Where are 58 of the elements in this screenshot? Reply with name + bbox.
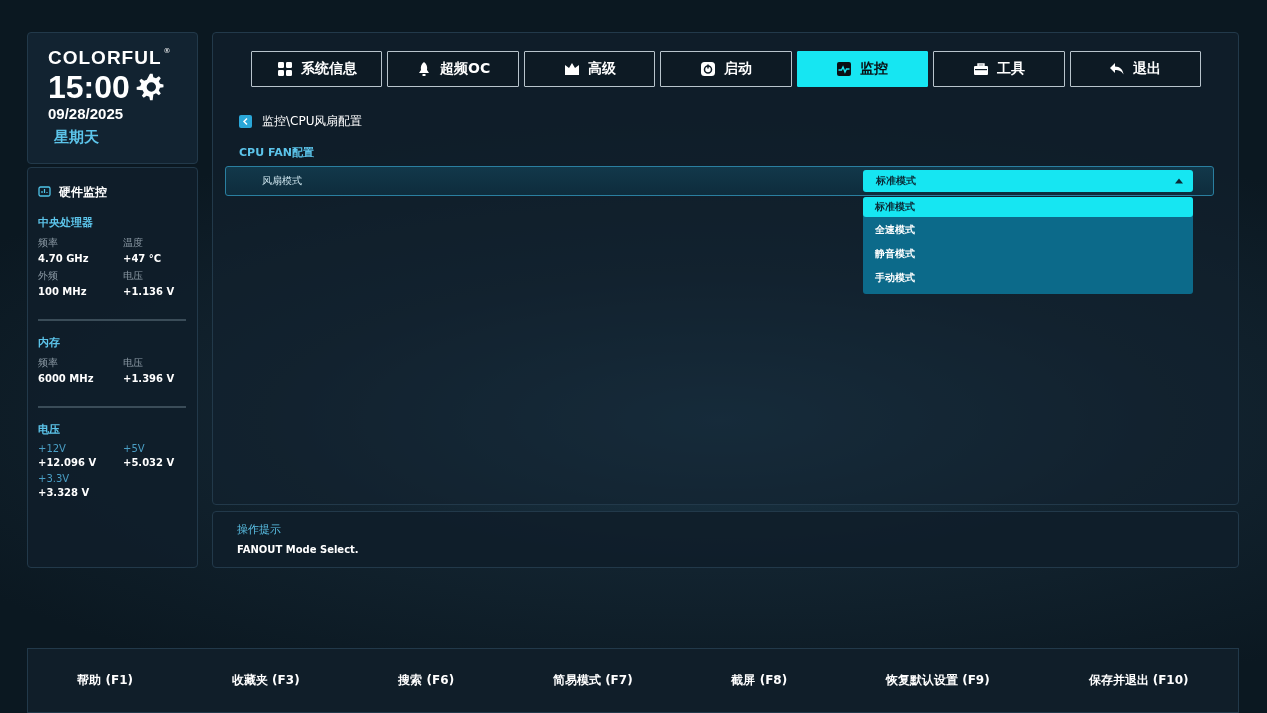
stat-value: 100 MHz (38, 285, 88, 297)
caret-icon (1175, 178, 1183, 184)
crown-icon (563, 61, 580, 77)
hotkey-button[interactable]: 简易模式 (F7) (546, 671, 639, 690)
hint-title: 操作提示 (237, 521, 282, 537)
stat-value: +12.096 V (38, 456, 98, 468)
grid-icon (276, 61, 293, 77)
stat-label: 电压 (123, 355, 144, 370)
stat-value: +3.328 V (38, 486, 91, 498)
stat-value: 6000 MHz (38, 372, 95, 384)
dropdown-option[interactable]: 静音模式 (863, 243, 1193, 267)
nav-tab[interactable]: 高级 (523, 51, 656, 87)
stat-value: +47 °C (123, 252, 163, 264)
nav-tab[interactable]: 退出 (1069, 51, 1201, 87)
hotkey-button[interactable]: 帮助 (F1) (71, 671, 140, 690)
stat-label: +12V (38, 442, 67, 454)
nav-tab[interactable]: 超频OC (387, 51, 519, 87)
hotkey-button[interactable]: 恢复默认设置 (F9) (880, 671, 996, 690)
nav-tab[interactable]: 系统信息 (251, 51, 383, 87)
stat-label: +3.3V (38, 472, 71, 484)
stat-value: 4.70 GHz (38, 252, 90, 264)
stat-value: +5.032 V (123, 456, 176, 468)
brand-logo: COLORFUL (48, 47, 162, 69)
section-title: 电压 (38, 421, 61, 437)
dropdown-option[interactable]: 标准模式 (863, 197, 1193, 217)
fan-mode-dropdown[interactable]: 标准模式 (863, 170, 1193, 192)
stat-label: 电压 (123, 268, 144, 283)
stat-label: 外频 (38, 268, 59, 283)
section-title: 内存 (38, 334, 61, 350)
nav-tab[interactable]: 工具 (933, 51, 1065, 87)
panel-title: 硬件监控 (59, 183, 107, 201)
pulse-icon (836, 61, 853, 77)
monitor-icon (38, 186, 51, 199)
dropdown-option[interactable]: 手动模式 (863, 267, 1193, 291)
hotkey-button[interactable]: 收藏夹 (F3) (225, 671, 306, 690)
weekday-label: 星期天 (53, 128, 100, 147)
back-icon[interactable] (239, 115, 252, 128)
dropdown-option[interactable]: 全速模式 (863, 219, 1193, 243)
stat-label: 频率 (38, 355, 59, 370)
breadcrumb: 监控\CPU风扇配置 (262, 113, 363, 130)
hotkey-button[interactable]: 搜索 (F6) (392, 671, 461, 690)
hint-text: FANOUT Mode Select. (237, 543, 360, 555)
hotkey-button[interactable]: 保存并退出 (F10) (1082, 671, 1195, 690)
nav-tab[interactable]: 启动 (660, 51, 792, 87)
section-title: 中央处理器 (38, 214, 94, 230)
clock-time: 15:00 (48, 69, 130, 105)
clock-date: 09/28/2025 (48, 105, 125, 122)
stat-value: +1.396 V (123, 372, 176, 384)
setting-label: 风扇模式 (262, 174, 303, 188)
hotkey-button[interactable]: 截屏 (F8) (725, 671, 794, 690)
nav-tab[interactable]: 监控 (796, 51, 929, 87)
stat-label: +5V (123, 442, 146, 454)
stat-label: 温度 (123, 235, 144, 250)
stat-value: +1.136 V (123, 285, 176, 297)
section-title: CPU FAN配置 (239, 145, 315, 160)
power-icon (699, 61, 716, 77)
stat-label: 频率 (38, 235, 59, 250)
toolbox-icon (972, 61, 989, 77)
